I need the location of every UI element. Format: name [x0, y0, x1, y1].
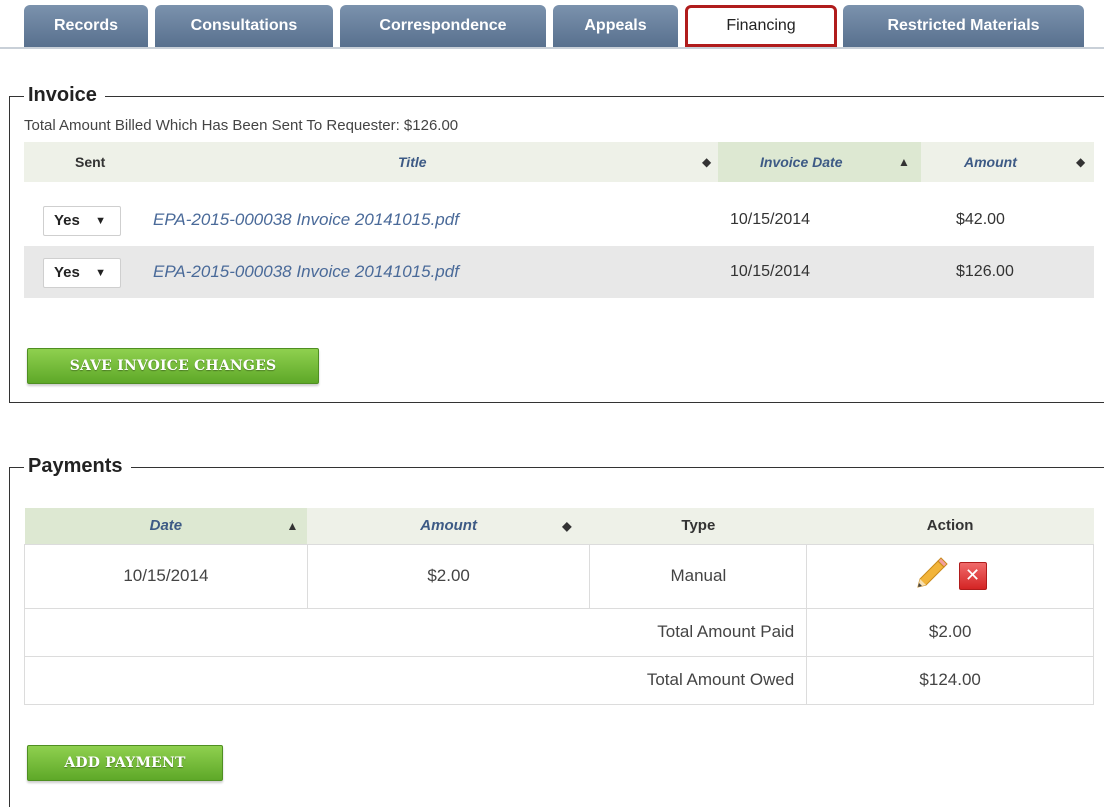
payment-type: Manual: [589, 543, 808, 609]
invoice-date: 10/15/2014: [730, 263, 811, 280]
payments-section: Payments Date ▲ Amount ◆ Type Action 10/…: [9, 455, 1104, 807]
payment-amount: $2.00: [306, 543, 591, 609]
tab-consultations[interactable]: Consultations: [155, 5, 333, 47]
invoice-legend: Invoice: [10, 84, 105, 107]
sort-asc-icon[interactable]: ▲: [898, 142, 910, 182]
sort-both-icon[interactable]: ◆: [1076, 142, 1085, 182]
tab-bar: Records Consultations Correspondence App…: [0, 0, 1104, 50]
total-paid-value: $2.00: [806, 607, 1094, 657]
tab-underline: [0, 47, 1104, 49]
col-amount[interactable]: Amount: [964, 142, 1017, 182]
col-date[interactable]: Date ▲: [24, 508, 308, 544]
col-date-label: Date: [149, 517, 183, 535]
add-payment-button[interactable]: ADD PAYMENT: [27, 745, 223, 781]
table-row: Total Amount Owed $124.00: [23, 655, 1094, 705]
sent-select[interactable]: Yes ▼: [43, 206, 121, 236]
sort-asc-icon[interactable]: ▲: [287, 508, 299, 544]
invoice-file-link[interactable]: EPA-2015-000038 Invoice 20141015.pdf: [153, 246, 459, 298]
invoice-file-link[interactable]: EPA-2015-000038 Invoice 20141015.pdf: [153, 194, 459, 246]
table-row: 10/15/2014 $2.00 Manual ✕: [24, 543, 1094, 609]
col-amount-label: Amount: [964, 154, 1017, 170]
total-paid-label: Total Amount Paid: [23, 607, 808, 657]
total-owed-value: $124.00: [806, 655, 1094, 705]
save-invoice-changes-button[interactable]: SAVE INVOICE CHANGES: [27, 348, 319, 384]
tab-financing[interactable]: Financing: [685, 5, 837, 47]
invoice-section: Invoice Total Amount Billed Which Has Be…: [9, 84, 1104, 403]
col-sent: Sent: [75, 154, 106, 170]
tab-records[interactable]: Records: [24, 5, 148, 47]
tab-restricted-materials[interactable]: Restricted Materials: [843, 5, 1084, 47]
payment-date: 10/15/2014: [24, 543, 308, 609]
table-row: Yes ▼ EPA-2015-000038 Invoice 20141015.pd…: [24, 246, 1094, 298]
delete-x-icon[interactable]: ✕: [958, 562, 987, 590]
total-owed-label: Total Amount Owed: [23, 655, 808, 705]
col-title-label: Title: [398, 154, 427, 170]
col-payment-amount[interactable]: Amount ◆: [307, 508, 590, 544]
col-invoice-date-label: Invoice Date: [760, 154, 843, 170]
sort-both-icon[interactable]: ◆: [562, 508, 571, 544]
sort-both-icon[interactable]: ◆: [702, 142, 711, 182]
invoice-amount: $126.00: [956, 263, 1014, 280]
table-row: Total Amount Paid $2.00: [23, 607, 1094, 657]
payment-actions: ✕: [806, 543, 1094, 609]
caret-down-icon: ▼: [95, 267, 106, 279]
sent-select[interactable]: Yes ▼: [43, 258, 121, 288]
sent-select-value: Yes: [54, 264, 80, 281]
tab-correspondence[interactable]: Correspondence: [340, 5, 546, 47]
invoice-summary: Total Amount Billed Which Has Been Sent …: [24, 117, 459, 134]
invoice-date: 10/15/2014: [730, 211, 811, 228]
col-title[interactable]: Title: [398, 142, 427, 182]
pencil-icon[interactable]: [914, 556, 948, 596]
payments-legend: Payments: [10, 455, 131, 478]
tab-appeals[interactable]: Appeals: [553, 5, 678, 47]
col-invoice-date[interactable]: Invoice Date ▲: [718, 142, 921, 182]
invoice-amount: $42.00: [956, 211, 1005, 228]
col-action: Action: [806, 508, 1094, 544]
col-type: Type: [589, 508, 807, 544]
invoice-table-header: Sent Title ◆ Invoice Date ▲ Amount ◆: [24, 142, 1094, 182]
payments-table: Date ▲ Amount ◆ Type Action 10/15/2014 $…: [23, 508, 1094, 705]
table-row: Yes ▼ EPA-2015-000038 Invoice 20141015.pd…: [24, 194, 1094, 246]
caret-down-icon: ▼: [95, 215, 106, 227]
sent-select-value: Yes: [54, 212, 80, 229]
col-payment-amount-label: Amount: [420, 517, 477, 535]
payments-table-header: Date ▲ Amount ◆ Type Action: [24, 508, 1094, 544]
